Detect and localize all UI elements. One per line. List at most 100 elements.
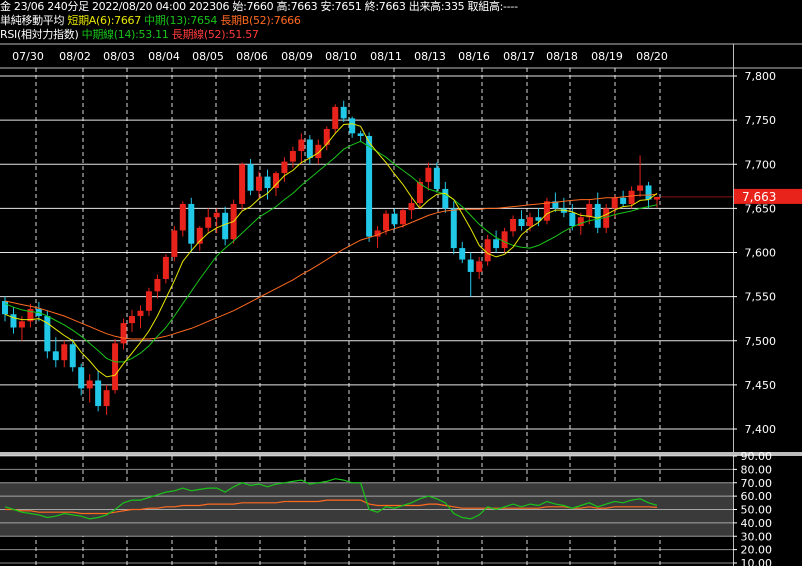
x-tick-label: 07/30 bbox=[12, 50, 44, 63]
candle-body bbox=[69, 344, 76, 368]
last-price-label: 7,663 bbox=[742, 190, 776, 204]
candle-body bbox=[112, 343, 119, 391]
candle-body bbox=[213, 212, 220, 218]
ma-mid-line bbox=[4, 140, 658, 363]
ma-long-line bbox=[4, 193, 658, 340]
x-tick-label: 08/03 bbox=[103, 50, 135, 63]
candle-body bbox=[323, 128, 330, 145]
candle-body bbox=[10, 314, 17, 328]
x-tick-label: 08/11 bbox=[370, 50, 402, 63]
rsi-tick-label: 90.00 bbox=[741, 450, 773, 463]
candle-body bbox=[205, 217, 212, 228]
candle-body bbox=[484, 239, 491, 262]
x-tick-label: 08/04 bbox=[148, 50, 180, 63]
candle-body bbox=[442, 188, 449, 209]
candle-body bbox=[171, 230, 178, 257]
candle-body bbox=[137, 310, 144, 317]
candle-body bbox=[222, 212, 229, 240]
candle-body bbox=[44, 316, 51, 352]
y-tick-label: 7,450 bbox=[745, 379, 777, 392]
candle-body bbox=[510, 218, 517, 232]
rsi-tick-label: 20.00 bbox=[741, 544, 773, 557]
y-tick-label: 7,400 bbox=[745, 423, 777, 436]
candle-body bbox=[467, 259, 474, 272]
candle-body bbox=[298, 139, 305, 152]
rsi-tick-label: 10.00 bbox=[741, 557, 773, 566]
candle-body bbox=[145, 291, 152, 311]
x-tick-label: 08/19 bbox=[591, 50, 623, 63]
candle-body bbox=[586, 203, 593, 218]
candle-body bbox=[518, 218, 525, 227]
candle-body bbox=[628, 190, 635, 204]
ma-short-line bbox=[4, 123, 658, 378]
rsi-tick-label: 80.00 bbox=[741, 463, 773, 476]
y-tick-label: 7,750 bbox=[745, 114, 777, 127]
candle-body bbox=[357, 133, 364, 137]
candle-body bbox=[399, 210, 406, 225]
x-tick-label: 08/10 bbox=[325, 50, 357, 63]
candle-body bbox=[129, 316, 136, 324]
candle-body bbox=[289, 151, 296, 162]
price-chart[interactable]: 07/30 08/02 08/03 08/04 08/05 08/06 08/09 08/10… bbox=[0, 0, 802, 566]
candle-body bbox=[408, 203, 415, 211]
y-tick-label: 7,500 bbox=[745, 335, 777, 348]
candle-body bbox=[611, 197, 618, 209]
x-tick-label: 08/17 bbox=[503, 50, 535, 63]
candle-body bbox=[425, 167, 432, 182]
x-tick-label: 08/02 bbox=[59, 50, 91, 63]
candle-body bbox=[272, 173, 279, 189]
candle-body bbox=[459, 248, 466, 260]
candle-body bbox=[162, 256, 169, 279]
rsi-tick-label: 70.00 bbox=[741, 477, 773, 490]
rsi-tick-label: 50.00 bbox=[741, 504, 773, 517]
candle-body bbox=[2, 301, 8, 315]
candle-body bbox=[501, 231, 508, 249]
candle-body bbox=[315, 144, 322, 159]
x-tick-label: 08/09 bbox=[281, 50, 313, 63]
candle-body bbox=[154, 278, 161, 292]
candle-body bbox=[103, 390, 110, 407]
y-tick-label: 7,600 bbox=[745, 247, 777, 260]
candle-body bbox=[52, 351, 59, 361]
candle-body bbox=[120, 323, 127, 344]
x-tick-label: 08/20 bbox=[636, 50, 668, 63]
y-tick-label: 7,800 bbox=[745, 70, 777, 83]
x-tick-label: 08/16 bbox=[458, 50, 490, 63]
x-tick-label: 08/18 bbox=[546, 50, 578, 63]
candle-body bbox=[332, 106, 339, 129]
candle-body bbox=[239, 164, 246, 204]
candle-body bbox=[247, 164, 254, 191]
candle-body bbox=[349, 118, 356, 134]
candle-body bbox=[61, 344, 68, 361]
candle-body bbox=[366, 136, 373, 237]
candle-body bbox=[383, 213, 390, 231]
candle-body bbox=[188, 203, 195, 244]
x-tick-label: 08/05 bbox=[192, 50, 224, 63]
candle-body bbox=[264, 176, 271, 189]
candle-body bbox=[543, 201, 550, 221]
rsi-tick-label: 40.00 bbox=[741, 517, 773, 530]
candle-body bbox=[281, 161, 288, 174]
candle-body bbox=[391, 213, 398, 225]
candle-body bbox=[340, 106, 347, 119]
y-tick-label: 7,700 bbox=[745, 158, 777, 171]
candle-body bbox=[654, 196, 660, 200]
candle-body bbox=[476, 261, 483, 272]
candle-body bbox=[594, 203, 601, 228]
candle-body bbox=[450, 208, 457, 249]
candle-body bbox=[179, 203, 186, 231]
candle-body bbox=[95, 380, 102, 407]
candle-body bbox=[526, 217, 533, 227]
candle-body bbox=[637, 185, 644, 191]
candle-body bbox=[78, 367, 85, 389]
candle-body bbox=[620, 197, 627, 204]
x-tick-label: 08/13 bbox=[414, 50, 446, 63]
candle-body bbox=[86, 380, 93, 389]
y-tick-label: 7,650 bbox=[745, 202, 777, 215]
candle-body bbox=[18, 321, 25, 328]
panel-separator bbox=[0, 452, 802, 456]
candle-body bbox=[306, 139, 313, 159]
candle-body bbox=[569, 212, 576, 227]
rsi-tick-label: 30.00 bbox=[741, 530, 773, 543]
x-tick-label: 08/06 bbox=[236, 50, 268, 63]
